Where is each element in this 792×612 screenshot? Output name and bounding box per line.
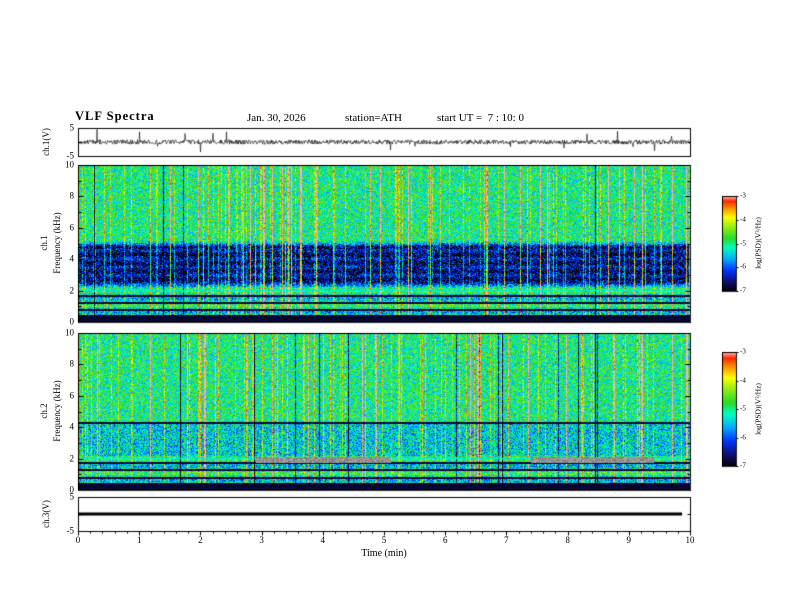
vlf-spectra-figure: VLF Spectra Jan. 30, 2026 station=ATH st… bbox=[0, 0, 792, 612]
x-tick-label: 10 bbox=[685, 535, 695, 545]
ch1-colorbar bbox=[722, 196, 736, 291]
ch1_wave-y-tick-label: -5 bbox=[66, 150, 75, 161]
ch3-voltage-axis-label: ch.3(V) bbox=[41, 500, 51, 528]
station-label: station=ATH bbox=[345, 112, 402, 124]
x-tick-label: 4 bbox=[320, 535, 326, 545]
ch3_wave-y-tick-label: 5 bbox=[69, 491, 75, 502]
ch3-waveform-plot bbox=[78, 497, 690, 531]
colorbar1-tick-label: -6 bbox=[740, 262, 746, 271]
ch1_spec-y-tick-label: 6 bbox=[69, 222, 75, 233]
time-axis-label: Time (min) bbox=[361, 548, 407, 559]
ch1_spec-y-tick-label: 8 bbox=[69, 190, 75, 201]
ch2-spectrogram bbox=[78, 333, 690, 490]
colorbar2-tick-label: -4 bbox=[740, 376, 746, 384]
ch1-frequency-axis-label: Frequency (kHz) bbox=[52, 212, 62, 274]
x-tick-label: 9 bbox=[626, 535, 632, 545]
ch2-frequency-axis-label: Frequency (kHz) bbox=[52, 380, 62, 442]
ch1_spec-y-tick-label: 10 bbox=[65, 159, 74, 170]
x-tick-label: 6 bbox=[442, 535, 448, 545]
ch1-voltage-axis-label: ch.1(V) bbox=[41, 128, 51, 156]
ch2_spec-y-tick-label: 4 bbox=[69, 421, 75, 432]
start-ut-label: start UT = 7 : 10: 0 bbox=[437, 112, 524, 124]
colorbar2-tick-label: -7 bbox=[740, 461, 746, 470]
ch1-colorbar-label: log(PSD)(V²/Hz) bbox=[753, 217, 763, 269]
x-tick-label: 1 bbox=[136, 535, 142, 545]
x-tick-label: 7 bbox=[504, 535, 509, 545]
ch1-channel-label: ch.1 bbox=[39, 235, 49, 251]
ch1_wave-y-tick-label: 5 bbox=[69, 122, 75, 133]
ch1_spec-y-tick-label: 2 bbox=[69, 285, 75, 296]
x-tick-label: 3 bbox=[259, 535, 264, 545]
x-tick-label: 0 bbox=[75, 535, 81, 545]
date-label: Jan. 30, 2026 bbox=[247, 112, 306, 124]
colorbar2-tick-label: -6 bbox=[740, 433, 746, 441]
x-tick-label: 2 bbox=[198, 535, 203, 545]
ch2_spec-y-tick-label: 2 bbox=[69, 453, 75, 464]
ch2-colorbar bbox=[722, 352, 736, 466]
colorbar2-tick-label: -3 bbox=[740, 347, 746, 356]
ch2-colorbar-label: log(PSD)(V²/Hz) bbox=[753, 383, 763, 435]
ch2_spec-y-tick-label: 6 bbox=[69, 390, 75, 401]
ch2_spec-y-tick-label: 10 bbox=[65, 327, 74, 338]
ch1_spec-y-tick-label: 0 bbox=[69, 316, 75, 327]
ch1_spec-y-tick-label: 4 bbox=[69, 253, 75, 264]
colorbar1-tick-label: -7 bbox=[740, 286, 746, 295]
ch1-spectrogram bbox=[78, 165, 690, 322]
colorbar1-tick-label: -3 bbox=[740, 191, 746, 200]
colorbar1-tick-label: -5 bbox=[740, 239, 746, 247]
x-tick-label: 5 bbox=[381, 535, 387, 545]
ch2-channel-label: ch.2 bbox=[39, 403, 49, 419]
figure-title: VLF Spectra bbox=[75, 109, 155, 123]
colorbar1-tick-label: -4 bbox=[740, 215, 746, 224]
ch2_spec-y-tick-label: 8 bbox=[69, 358, 75, 369]
ch1-waveform-plot bbox=[78, 128, 690, 156]
colorbar2-tick-label: -5 bbox=[740, 404, 746, 413]
ch3_wave-y-tick-label: -5 bbox=[66, 525, 75, 536]
x-tick-label: 8 bbox=[565, 535, 570, 545]
